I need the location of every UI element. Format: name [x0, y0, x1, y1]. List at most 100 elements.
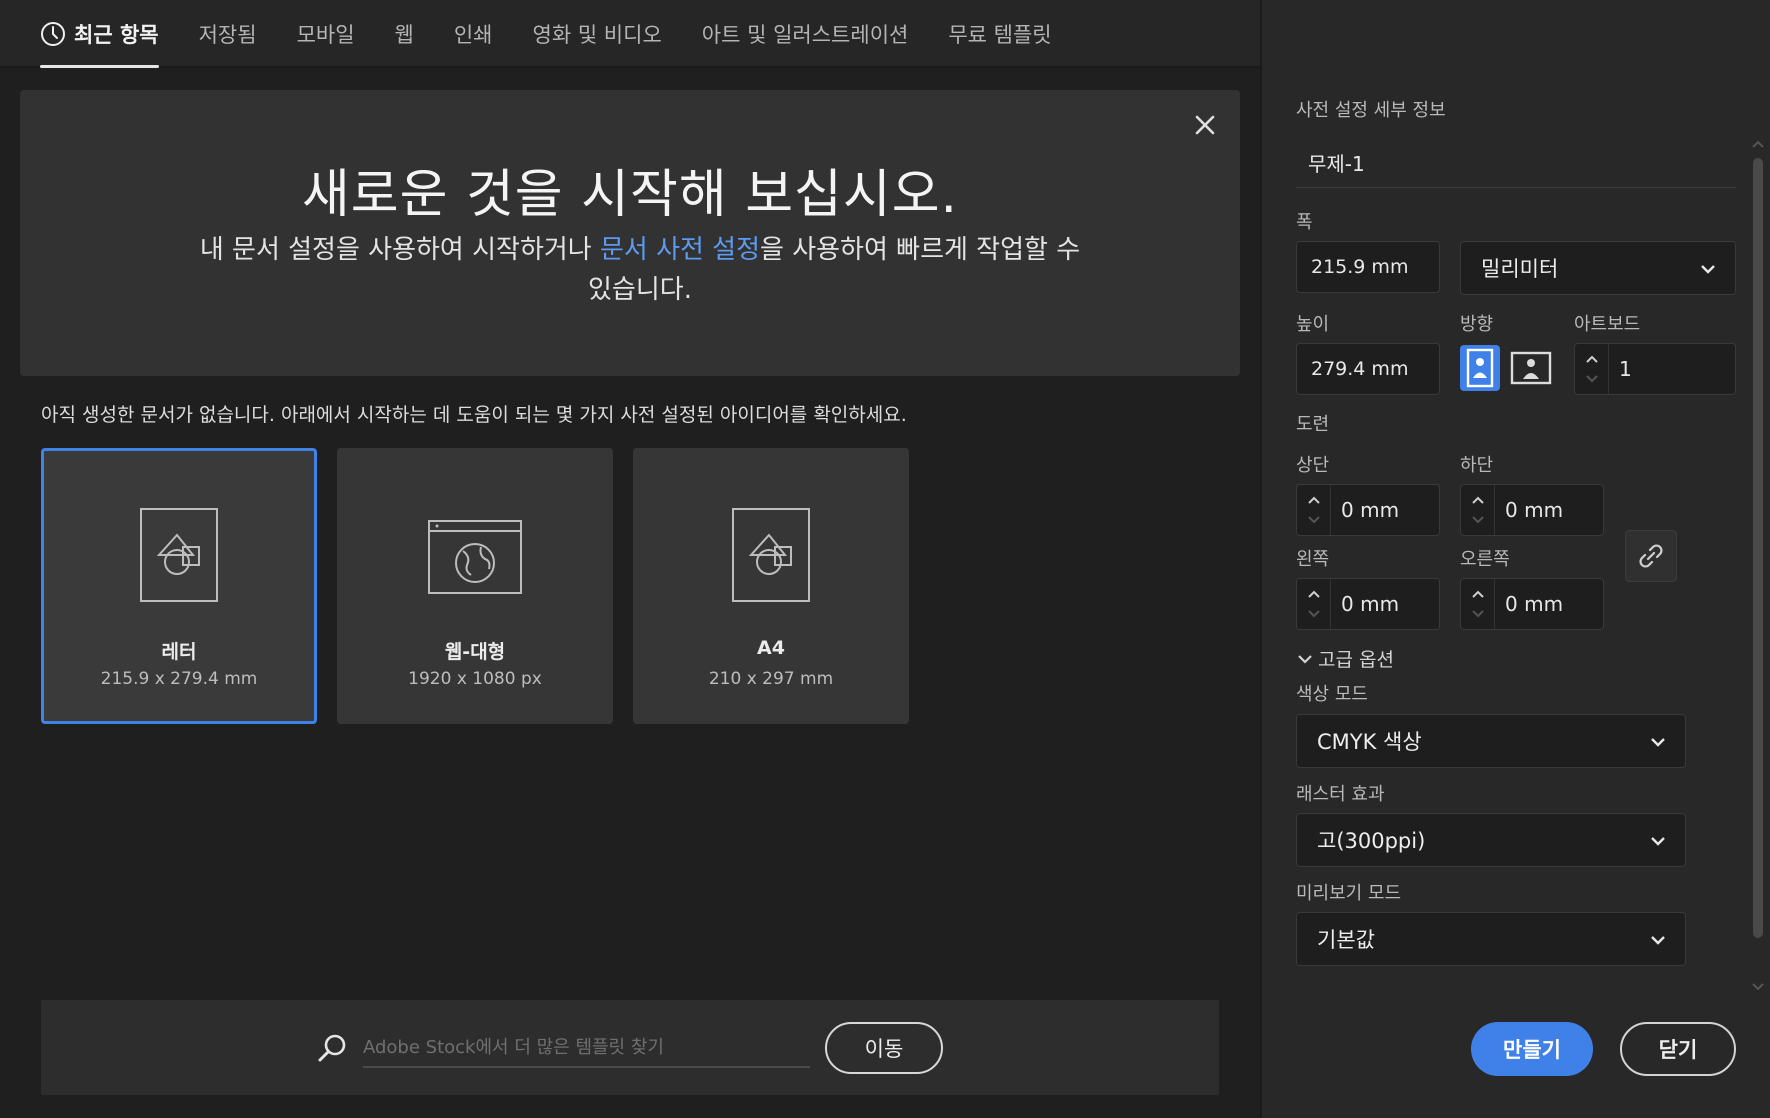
- stepper-down-icon[interactable]: [1471, 510, 1485, 530]
- unit-select[interactable]: 밀리미터: [1460, 241, 1736, 295]
- stepper-down-icon[interactable]: [1307, 604, 1321, 624]
- scroll-down-icon[interactable]: [1750, 981, 1766, 993]
- bleed-left-label: 왼쪽: [1296, 549, 1330, 570]
- orientation-label: 방향: [1460, 314, 1494, 335]
- bleed-bottom-stepper[interactable]: 0 mm: [1460, 484, 1604, 536]
- close-icon: [1195, 115, 1215, 135]
- stepper-down-icon[interactable]: [1585, 369, 1599, 389]
- bleed-left-stepper[interactable]: 0 mm: [1296, 578, 1440, 630]
- scroll-up-icon[interactable]: [1750, 138, 1766, 150]
- tab-free-templates[interactable]: 무료 템플릿: [948, 0, 1051, 68]
- preset-name: A4: [757, 637, 785, 659]
- tab-free-templates-label: 무료 템플릿: [948, 23, 1052, 47]
- search-icon: [318, 1034, 346, 1062]
- bleed-top-stepper[interactable]: 0 mm: [1296, 484, 1440, 536]
- tab-film-video[interactable]: 영화 및 비디오: [533, 0, 662, 68]
- height-field[interactable]: 279.4 mm: [1296, 343, 1440, 395]
- tab-print[interactable]: 인쇄: [454, 0, 493, 68]
- tab-bar: 최근 항목 저장됨 모바일 웹 인쇄 영화 및 비디오 아트 및 일러스트레이션…: [0, 0, 1260, 68]
- raster-effects-value: 고(300ppi): [1317, 829, 1426, 853]
- artboard-count-value: 1: [1619, 357, 1632, 381]
- tab-film-video-label: 영화 및 비디오: [532, 23, 662, 47]
- bleed-right-value: 0 mm: [1505, 592, 1564, 616]
- tab-art-illustration[interactable]: 아트 및 일러스트레이션: [702, 0, 909, 68]
- clock-icon: [41, 22, 65, 46]
- width-label: 폭: [1296, 212, 1313, 233]
- close-button[interactable]: 닫기: [1620, 1022, 1736, 1076]
- height-label: 높이: [1296, 314, 1330, 335]
- create-button[interactable]: 만들기: [1471, 1022, 1593, 1076]
- stepper-down-icon[interactable]: [1471, 604, 1485, 624]
- document-shapes-icon: [140, 508, 218, 602]
- stepper-up-icon[interactable]: [1471, 584, 1485, 604]
- color-mode-value: CMYK 색상: [1317, 730, 1422, 754]
- artboard-stepper[interactable]: 1: [1574, 343, 1736, 395]
- advanced-options-label: 고급 옵션: [1318, 649, 1394, 671]
- banner-close-button[interactable]: [1188, 108, 1222, 142]
- unit-select-value: 밀리미터: [1481, 257, 1559, 281]
- artboard-stepper-arrows: [1575, 344, 1609, 394]
- portrait-orientation-button[interactable]: [1460, 345, 1500, 391]
- preset-card-web-large[interactable]: 웹-대형 1920 x 1080 px: [337, 448, 613, 724]
- portrait-icon: [1466, 348, 1494, 388]
- advanced-options-toggle[interactable]: 고급 옵션: [1296, 645, 1394, 672]
- preset-card-a4[interactable]: A4 210 x 297 mm: [633, 448, 909, 724]
- stock-go-button[interactable]: 이동: [825, 1022, 943, 1074]
- tab-mobile-label: 모바일: [296, 23, 355, 47]
- raster-effects-label: 래스터 효과: [1296, 784, 1385, 805]
- chevron-down-icon: [1651, 837, 1665, 846]
- bleed-bottom-label: 하단: [1460, 455, 1494, 476]
- color-mode-select[interactable]: CMYK 색상: [1296, 714, 1686, 768]
- tab-web[interactable]: 웹: [395, 0, 414, 68]
- stepper-up-icon[interactable]: [1307, 584, 1321, 604]
- link-icon: [1639, 544, 1663, 568]
- scrollbar-thumb[interactable]: [1753, 158, 1763, 938]
- web-globe-icon: [428, 520, 522, 594]
- color-mode-label: 색상 모드: [1296, 684, 1368, 705]
- bleed-right-stepper[interactable]: 0 mm: [1460, 578, 1604, 630]
- document-name-field[interactable]: 무제-1: [1296, 138, 1736, 188]
- tab-mobile[interactable]: 모바일: [297, 0, 355, 68]
- tab-recent-label: 최근 항목: [74, 23, 159, 47]
- stepper-up-icon[interactable]: [1471, 490, 1485, 510]
- preview-mode-value: 기본값: [1317, 928, 1375, 952]
- preview-mode-select[interactable]: 기본값: [1296, 912, 1686, 966]
- no-documents-message: 아직 생성한 문서가 없습니다. 아래에서 시작하는 데 도움이 되는 몇 가지…: [41, 404, 907, 426]
- tab-art-illustration-label: 아트 및 일러스트레이션: [701, 23, 909, 47]
- preset-card-letter[interactable]: 레터 215.9 x 279.4 mm: [41, 448, 317, 724]
- preset-list: 레터 215.9 x 279.4 mm 웹-대형 1920 x 1080 px …: [41, 448, 929, 724]
- stepper-arrows: [1297, 485, 1331, 535]
- chevron-down-icon: [1701, 265, 1715, 274]
- panel-scrollbar[interactable]: [1750, 138, 1766, 993]
- tab-web-label: 웹: [394, 23, 414, 47]
- details-section-title: 사전 설정 세부 정보: [1296, 100, 1446, 121]
- link-bleed-values-button[interactable]: [1625, 530, 1677, 582]
- bleed-left-value: 0 mm: [1341, 592, 1400, 616]
- width-field[interactable]: 215.9 mm: [1296, 241, 1440, 293]
- bleed-bottom-value: 0 mm: [1505, 498, 1564, 522]
- stepper-arrows: [1461, 485, 1495, 535]
- bleed-right-label: 오른쪽: [1460, 549, 1510, 570]
- preview-mode-label: 미리보기 모드: [1296, 883, 1402, 904]
- stepper-up-icon[interactable]: [1585, 349, 1599, 369]
- raster-effects-select[interactable]: 고(300ppi): [1296, 813, 1686, 867]
- bleed-top-value: 0 mm: [1341, 498, 1400, 522]
- banner-description: 내 문서 설정을 사용하여 시작하거나 문서 사전 설정을 사용하여 빠르게 작…: [190, 230, 1090, 310]
- stepper-arrows: [1461, 579, 1495, 629]
- preset-details-panel: 사전 설정 세부 정보 무제-1 폭 215.9 mm 밀리미터 높이 방향 아…: [1260, 0, 1770, 1118]
- document-presets-link[interactable]: 문서 사전 설정: [600, 235, 760, 265]
- preset-name: 레터: [161, 641, 197, 663]
- preset-size: 210 x 297 mm: [708, 669, 834, 689]
- stepper-up-icon[interactable]: [1307, 490, 1321, 510]
- preset-name: 웹-대형: [444, 641, 506, 663]
- stepper-arrows: [1297, 579, 1331, 629]
- banner-title: 새로운 것을 시작해 보십시오.: [301, 165, 959, 225]
- landscape-orientation-button[interactable]: [1508, 345, 1554, 391]
- tab-recent[interactable]: 최근 항목: [40, 0, 159, 68]
- tab-saved[interactable]: 저장됨: [199, 0, 257, 68]
- chevron-down-icon: [1298, 654, 1312, 664]
- stepper-down-icon[interactable]: [1307, 510, 1321, 530]
- chevron-down-icon: [1651, 936, 1665, 945]
- tab-list: 최근 항목 저장됨 모바일 웹 인쇄 영화 및 비디오 아트 및 일러스트레이션…: [40, 0, 1092, 68]
- stock-search-input[interactable]: [363, 1028, 810, 1068]
